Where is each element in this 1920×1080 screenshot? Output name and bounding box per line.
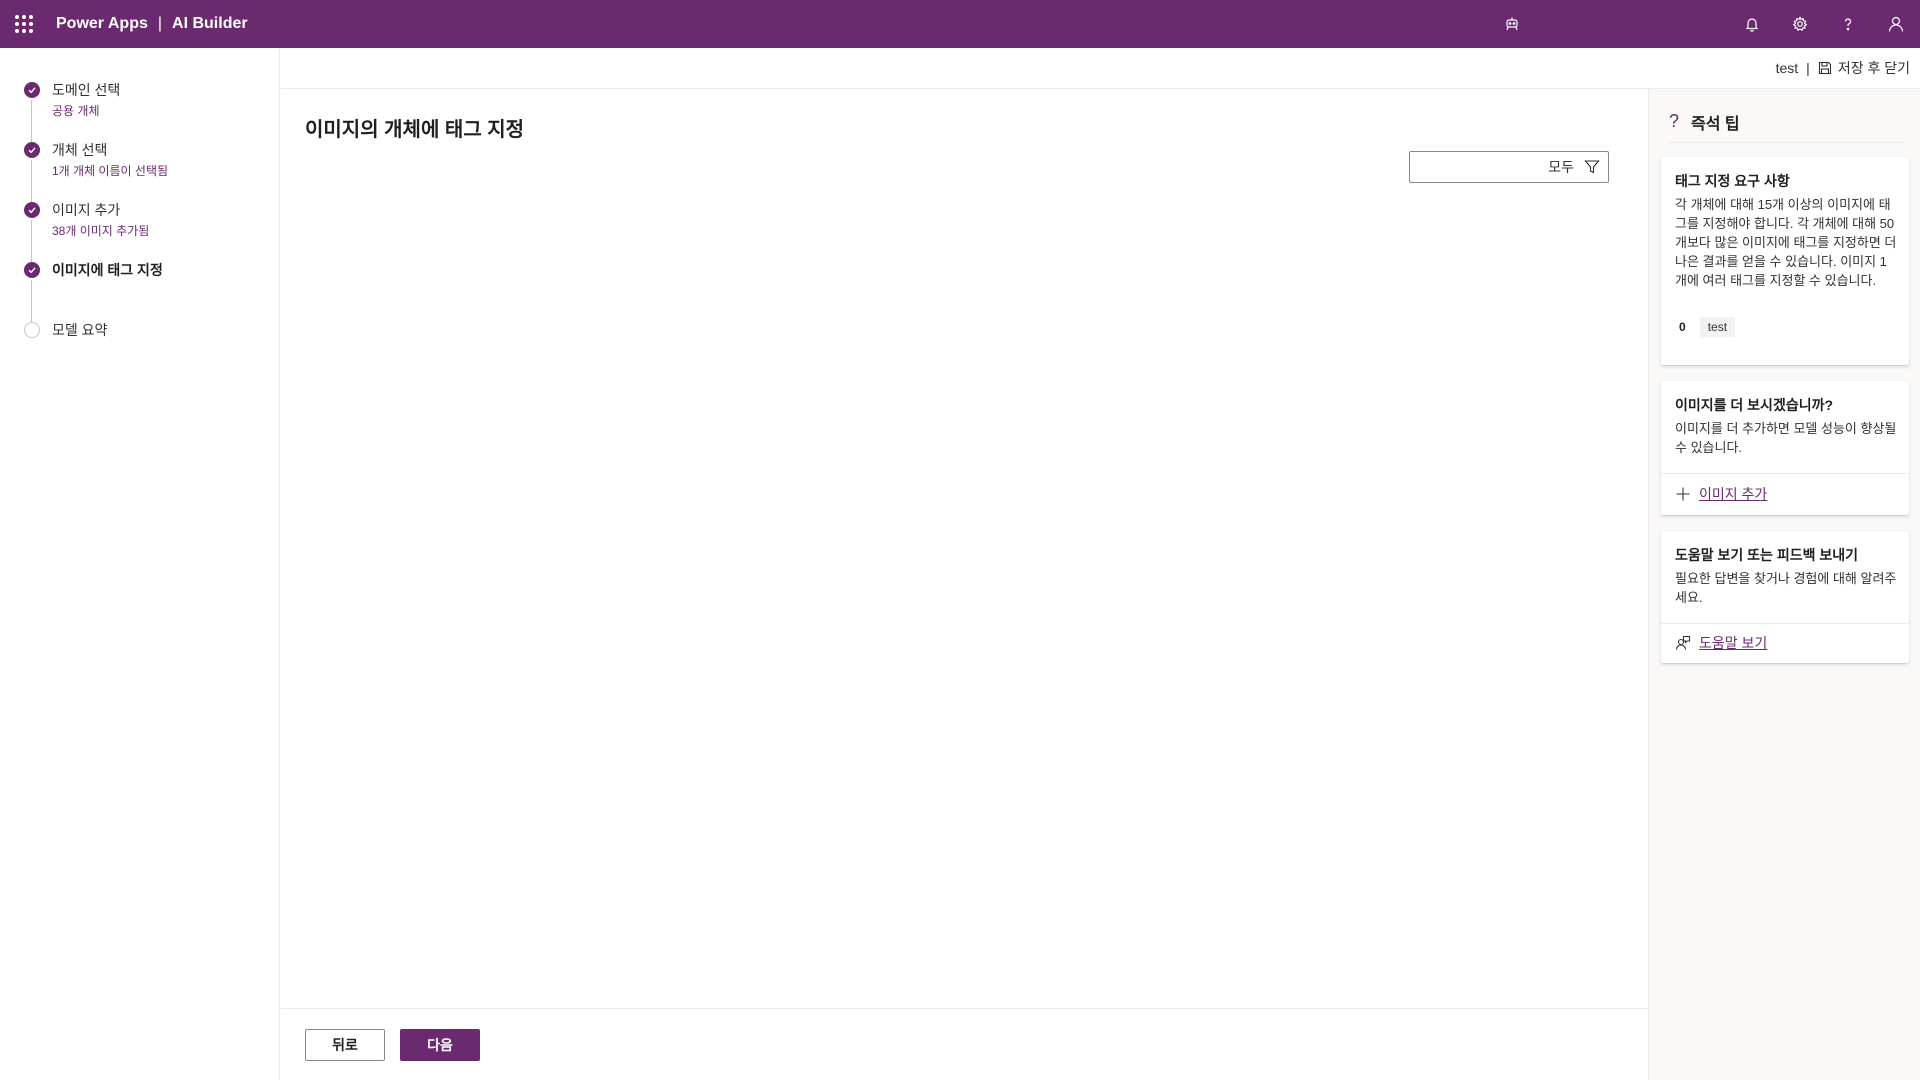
filter-icon — [1584, 160, 1600, 174]
card-body: 각 개체에 대해 15개 이상의 이미지에 태그를 지정해야 합니다. 각 개체… — [1675, 197, 1897, 288]
save-and-close-label: 저장 후 닫기 — [1837, 60, 1910, 76]
check-icon — [24, 262, 40, 278]
help-feedback-card: 도움말 보기 또는 피드백 보내기 필요한 답변을 찾거나 경험에 대해 알려주… — [1661, 531, 1909, 663]
wizard-footer: 뒤로 다음 — [281, 1008, 1648, 1080]
check-icon — [24, 82, 40, 98]
page-title: 이미지의 개체에 태그 지정 — [305, 119, 525, 141]
tips-title: 즉석 팁 — [1691, 115, 1740, 133]
step-title: 도메인 선택 — [52, 82, 121, 98]
check-icon — [24, 202, 40, 218]
back-button[interactable]: 뒤로 — [305, 1029, 385, 1061]
card-body: 필요한 답변을 찾거나 경험에 대해 알려주세요. — [1675, 571, 1897, 605]
tag-filter-dropdown[interactable]: 모두 — [1409, 151, 1609, 183]
quick-tips-panel: ? 즉석 팁 태그 지정 요구 사항 각 개체에 대해 15개 이상의 이미지에… — [1648, 89, 1920, 1080]
tagging-requirements-card: 태그 지정 요구 사항 각 개체에 대해 15개 이상의 이미지에 태그를 지정… — [1661, 157, 1909, 365]
more-images-card: 이미지를 더 보시겠습니까? 이미지를 더 추가하면 모델 성능이 향상될 수 … — [1661, 381, 1909, 515]
card-title: 도움말 보기 또는 피드백 보내기 — [1675, 547, 1858, 563]
model-name: test — [1775, 60, 1799, 76]
check-icon — [24, 142, 40, 158]
tag-count: 0 — [1679, 320, 1686, 334]
step-title: 모델 요약 — [52, 322, 108, 338]
card-title: 태그 지정 요구 사항 — [1675, 173, 1790, 189]
view-help-link[interactable]: 도움말 보기 — [1675, 633, 1767, 653]
save-icon — [1818, 61, 1831, 75]
plus-icon — [1676, 487, 1690, 501]
add-images-label: 이미지 추가 — [1699, 486, 1768, 502]
wizard-steps: 도메인 선택 공용 개체 개체 선택 1개 개체 이름이 선택됨 이미지 추가 … — [0, 48, 280, 1080]
step-subtitle: 1개 개체 이름이 선택됨 — [52, 164, 169, 178]
feedback-person-icon — [1675, 635, 1691, 650]
step-title: 개체 선택 — [52, 142, 108, 158]
product-name[interactable]: AI Builder — [172, 15, 248, 33]
brand-separator: | — [157, 15, 163, 32]
filter-value: 모두 — [1548, 159, 1574, 175]
step-connector — [31, 220, 32, 262]
step-title: 이미지 추가 — [52, 202, 121, 218]
step-connector — [31, 160, 32, 202]
pending-step-icon — [24, 322, 40, 338]
card-body: 이미지를 더 추가하면 모델 성능이 향상될 수 있습니다. — [1675, 421, 1897, 455]
app-launcher-icon — [15, 15, 33, 33]
question-icon: ? — [1669, 111, 1680, 131]
add-images-link[interactable]: 이미지 추가 — [1675, 484, 1767, 504]
step-connector — [31, 100, 32, 142]
card-title: 이미지를 더 보시겠습니까? — [1675, 397, 1834, 413]
settings-icon[interactable] — [1776, 0, 1824, 48]
app-name[interactable]: Power Apps — [56, 15, 148, 33]
copilot-icon[interactable] — [1500, 12, 1524, 36]
app-launcher-button[interactable] — [0, 0, 48, 48]
action-divider: | — [1806, 60, 1810, 76]
view-help-label: 도움말 보기 — [1699, 635, 1768, 651]
top-bar: Power Apps | AI Builder — [0, 0, 1920, 48]
header-actions: test | 저장 후 닫기 — [281, 48, 1920, 89]
step-subtitle: 38개 이미지 추가됨 — [52, 224, 150, 238]
notification-icon[interactable] — [1728, 0, 1776, 48]
main-content: 이미지의 개체에 태그 지정 모두 — [281, 89, 1648, 1009]
brand: Power Apps | AI Builder — [56, 15, 248, 33]
step-title: 이미지에 태그 지정 — [52, 262, 163, 278]
help-icon[interactable] — [1824, 0, 1872, 48]
account-icon[interactable] — [1872, 0, 1920, 48]
step-connector — [31, 280, 32, 322]
card-divider — [1661, 623, 1909, 624]
next-button[interactable]: 다음 — [400, 1029, 480, 1061]
tag-summary-row: 0 test — [1675, 317, 1736, 337]
card-divider — [1661, 473, 1909, 474]
save-and-close-button[interactable]: 저장 후 닫기 — [1818, 58, 1910, 78]
tips-header: ? 즉석 팁 — [1669, 101, 1905, 143]
step-subtitle: 공용 개체 — [52, 104, 100, 118]
tag-chip: test — [1699, 317, 1736, 337]
